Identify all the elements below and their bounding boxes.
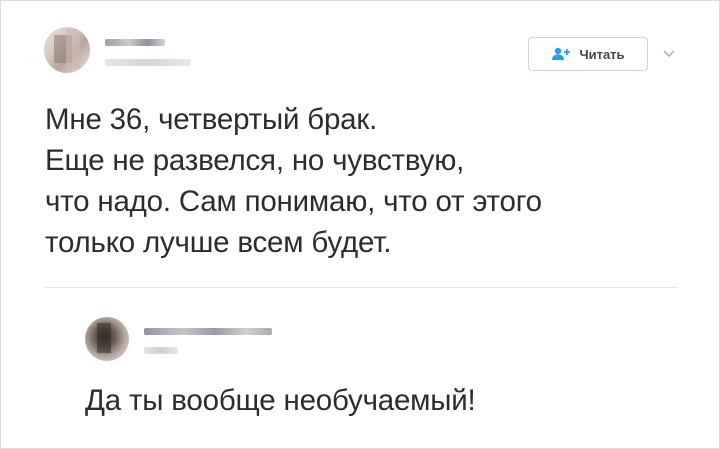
tweet-line: Мне 36, четвертый брак. <box>45 103 378 136</box>
author-handle-blurred[interactable] <box>105 59 191 66</box>
tweet-line: Еще не развелся, но чувствую, <box>45 144 465 177</box>
add-user-icon <box>551 47 571 61</box>
reply-handle-blurred[interactable] <box>144 347 178 354</box>
tweet-text: Мне 36, четвертый брак. Еще не развелся,… <box>45 99 685 263</box>
chevron-down-icon[interactable] <box>661 45 677 61</box>
tweet-line: только лучше всем будет. <box>45 226 392 259</box>
reply-avatar[interactable] <box>85 317 129 361</box>
screenshot-frame: Читать Мне 36, четвертый брак. Еще не ра… <box>0 0 720 449</box>
follow-button[interactable]: Читать <box>528 37 648 71</box>
follow-button-label: Читать <box>579 46 625 62</box>
author-avatar[interactable] <box>44 27 90 73</box>
author-name-blurred[interactable] <box>105 39 165 46</box>
divider <box>45 287 678 288</box>
reply-text: Да ты вообще необучаемый! <box>85 384 476 417</box>
reply-name-blurred[interactable] <box>144 328 272 335</box>
tweet-line: что надо. Сам понимаю, что от этого <box>45 185 542 218</box>
